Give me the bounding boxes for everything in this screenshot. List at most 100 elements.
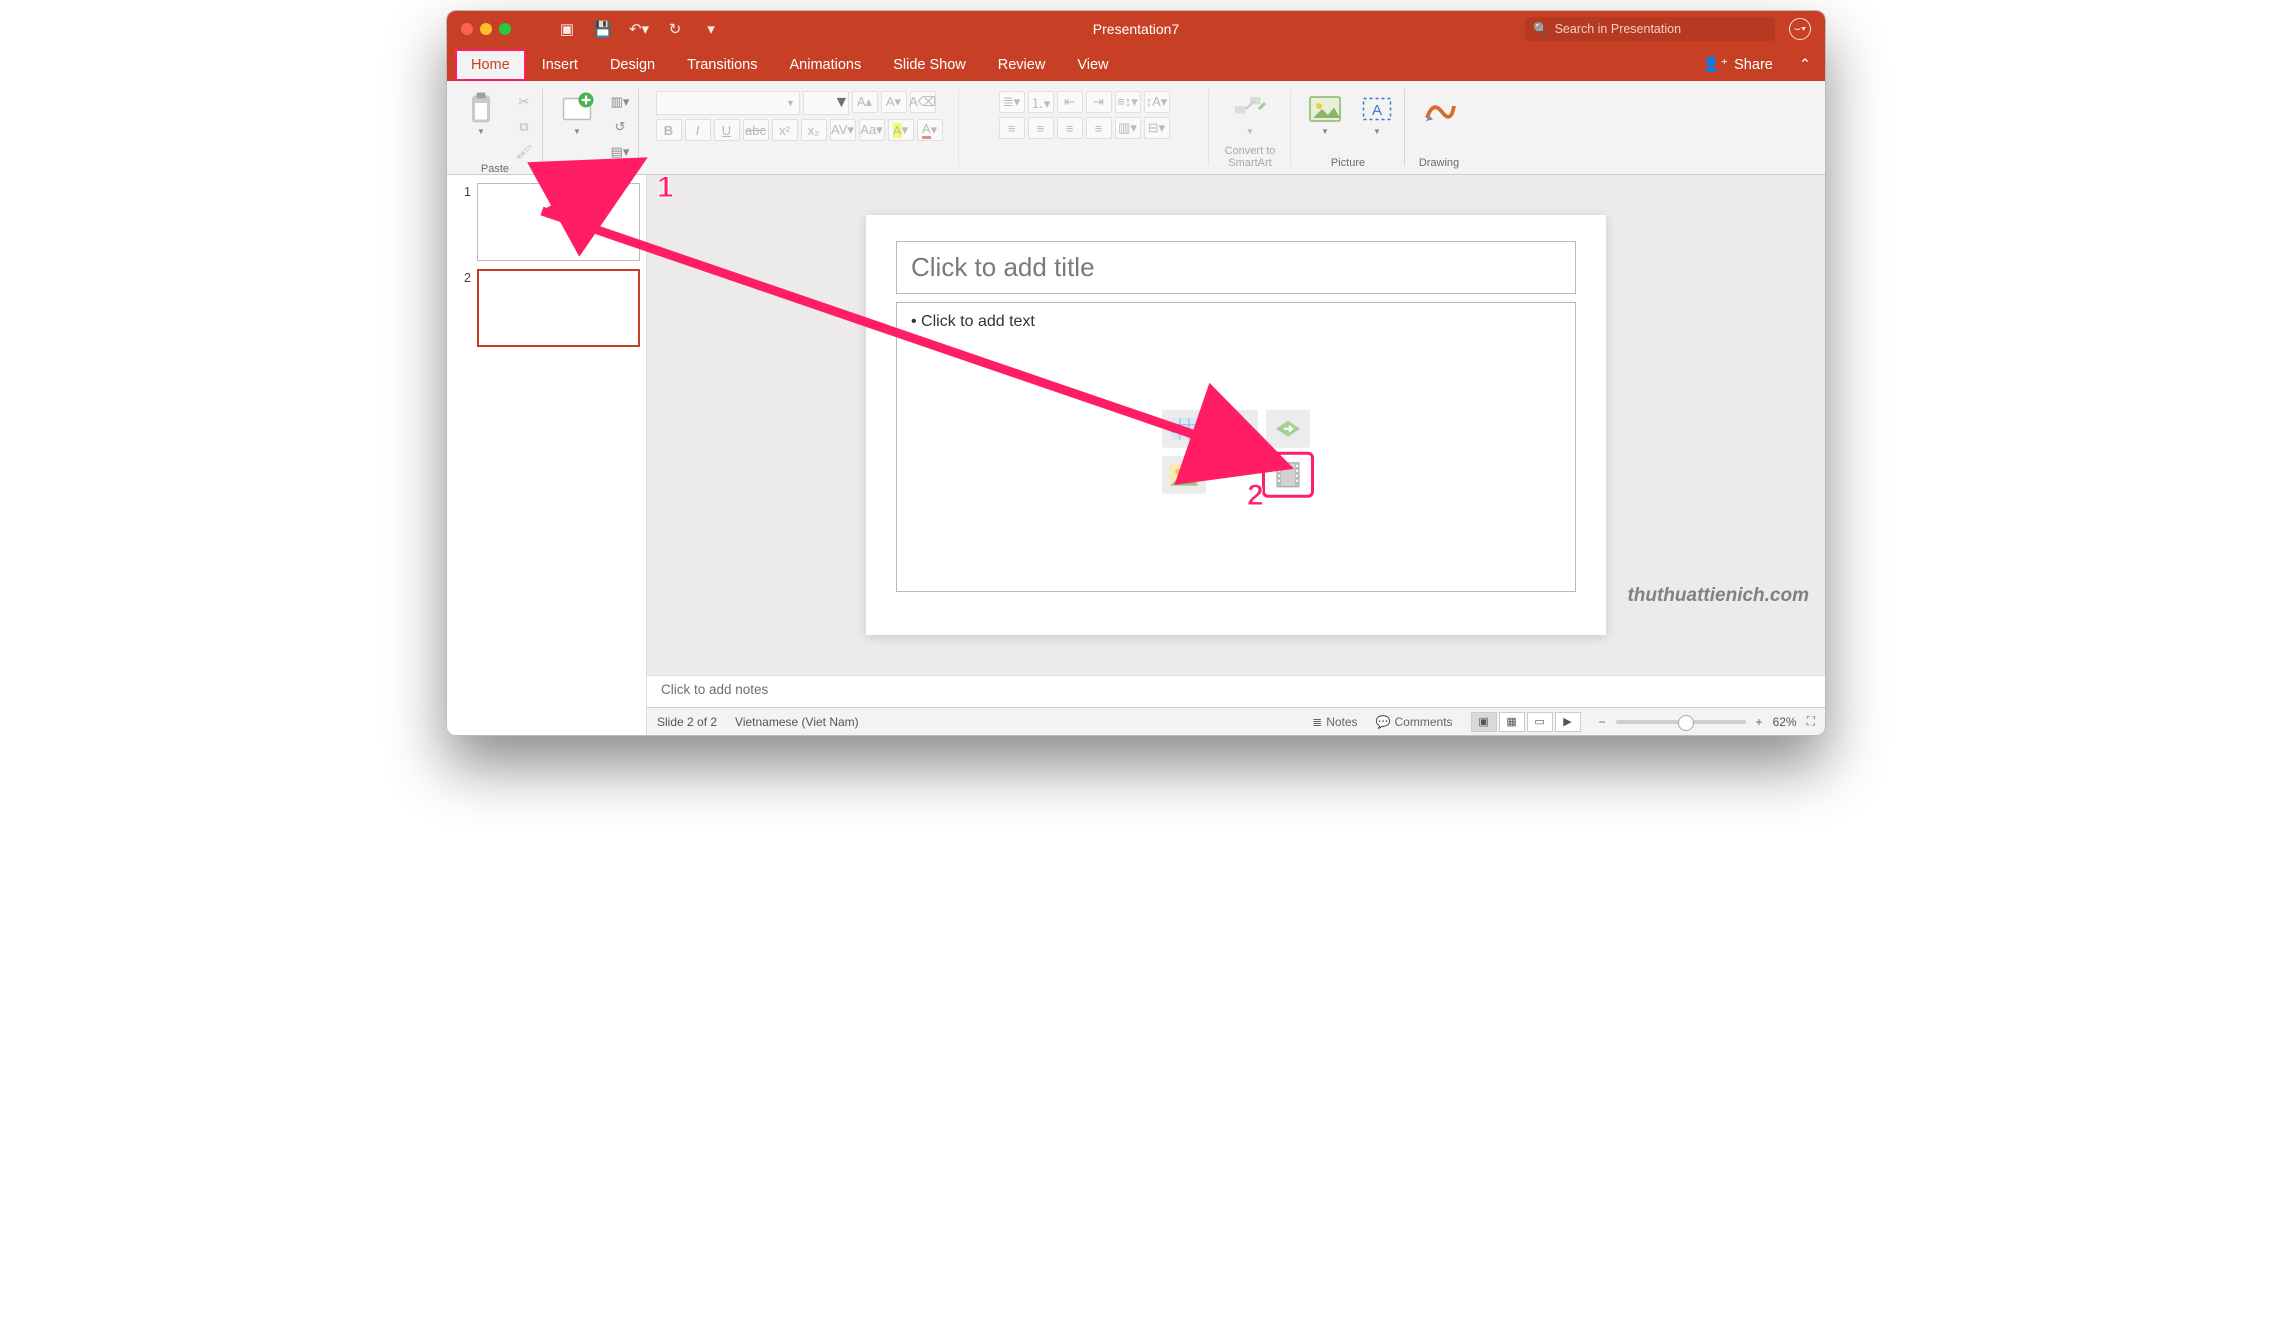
smartart-icon bbox=[1232, 91, 1268, 127]
align-left-icon[interactable]: ≡ bbox=[999, 117, 1025, 139]
increase-indent-icon[interactable]: ⇥ bbox=[1086, 91, 1112, 113]
insert-smartart-icon[interactable] bbox=[1266, 410, 1310, 448]
text-direction-icon[interactable]: ↕A▾ bbox=[1144, 91, 1170, 113]
thumbnail-row-1[interactable]: 1 bbox=[453, 183, 640, 261]
increase-font-icon[interactable]: A▴ bbox=[852, 91, 878, 113]
notes-pane[interactable]: Click to add notes bbox=[647, 675, 1825, 707]
decrease-font-icon[interactable]: A▾ bbox=[881, 91, 907, 113]
highlight-icon[interactable]: A▾ bbox=[888, 119, 914, 141]
paste-button[interactable]: ▼ bbox=[453, 91, 509, 136]
sorter-view-icon[interactable]: ▦ bbox=[1499, 712, 1525, 732]
annotation-number-2: 2 bbox=[1247, 479, 1264, 513]
tab-transitions[interactable]: Transitions bbox=[671, 49, 773, 81]
insert-video-icon[interactable] bbox=[1266, 456, 1310, 494]
char-spacing-icon[interactable]: AV▾ bbox=[830, 119, 856, 141]
minimize-window-button[interactable] bbox=[480, 23, 492, 35]
zoom-in-button[interactable]: + bbox=[1756, 715, 1763, 729]
insert-picture-icon[interactable] bbox=[1162, 456, 1206, 494]
font-size-input[interactable] bbox=[804, 96, 834, 110]
align-center-icon[interactable]: ≡ bbox=[1028, 117, 1054, 139]
italic-icon[interactable]: I bbox=[685, 119, 711, 141]
normal-view-icon[interactable]: ▣ bbox=[1471, 712, 1497, 732]
slide-thumbnail-panel[interactable]: 1 2 bbox=[447, 175, 647, 735]
paste-icon bbox=[463, 91, 499, 127]
insert-chart-icon[interactable] bbox=[1214, 410, 1258, 448]
status-bar: Slide 2 of 2 Vietnamese (Viet Nam) ≣Note… bbox=[647, 707, 1825, 735]
superscript-icon[interactable]: x² bbox=[772, 119, 798, 141]
tab-insert[interactable]: Insert bbox=[526, 49, 594, 81]
zoom-slider[interactable] bbox=[1616, 720, 1746, 724]
thumbnail-row-2[interactable]: 2 bbox=[453, 269, 640, 347]
align-text-icon[interactable]: ⊟▾ bbox=[1144, 117, 1170, 139]
fit-window-icon[interactable]: ⛶ bbox=[1807, 714, 1815, 729]
reading-view-icon[interactable]: ▭ bbox=[1527, 712, 1553, 732]
format-painter-icon[interactable]: 🖌 bbox=[511, 141, 537, 163]
cut-icon[interactable]: ✂ bbox=[511, 91, 537, 113]
copy-icon[interactable]: ⧉ bbox=[511, 116, 537, 138]
slideshow-view-icon[interactable]: ▶ bbox=[1555, 712, 1581, 732]
tab-home[interactable]: Home bbox=[455, 49, 526, 81]
columns-icon[interactable]: ▥▾ bbox=[1115, 117, 1141, 139]
align-right-icon[interactable]: ≡ bbox=[1057, 117, 1083, 139]
tab-view[interactable]: View bbox=[1061, 49, 1124, 81]
title-placeholder[interactable]: Click to add title bbox=[896, 241, 1576, 294]
clear-format-icon[interactable]: A⌫ bbox=[910, 91, 936, 113]
search-input[interactable]: 🔍 Search in Presentation bbox=[1525, 17, 1775, 41]
collapse-ribbon-button[interactable]: ⌃ bbox=[1785, 49, 1825, 81]
slide-canvas[interactable]: Click to add title • Click to add text bbox=[647, 175, 1825, 675]
change-case-icon[interactable]: Aa▾ bbox=[859, 119, 885, 141]
decrease-indent-icon[interactable]: ⇤ bbox=[1057, 91, 1083, 113]
insert-table-icon[interactable] bbox=[1162, 410, 1206, 448]
textbox-button[interactable]: A ▼ bbox=[1355, 91, 1399, 136]
undo-icon[interactable]: ↶▾ bbox=[625, 18, 653, 40]
layout-icon[interactable]: ▥▾ bbox=[607, 91, 633, 113]
group-drawing: Drawing bbox=[1405, 81, 1473, 174]
subscript-icon[interactable]: x₂ bbox=[801, 119, 827, 141]
underline-icon[interactable]: U bbox=[714, 119, 740, 141]
textbox-icon: A bbox=[1359, 91, 1395, 127]
picture-button[interactable]: ▼ bbox=[1297, 91, 1353, 136]
qat-customize-icon[interactable]: ▾ bbox=[697, 18, 725, 40]
new-slide-icon bbox=[559, 91, 595, 127]
zoom-percent[interactable]: 62% bbox=[1773, 715, 1797, 729]
slide-counter: Slide 2 of 2 bbox=[657, 715, 717, 729]
reset-icon[interactable]: ↺ bbox=[607, 116, 633, 138]
font-color-icon[interactable]: A▾ bbox=[917, 119, 943, 141]
convert-smartart-button[interactable]: ▼ bbox=[1222, 91, 1278, 136]
font-family-select[interactable]: ▼ bbox=[656, 91, 800, 115]
tab-review[interactable]: Review bbox=[982, 49, 1062, 81]
titlebar: ▣ 💾 ↶▾ ↻ ▾ Presentation7 🔍 Search in Pre… bbox=[447, 11, 1825, 47]
thumb-number: 1 bbox=[453, 183, 471, 199]
font-size-select[interactable]: ▼ bbox=[803, 91, 849, 115]
font-family-input[interactable] bbox=[657, 96, 783, 110]
save-icon[interactable]: 💾 bbox=[589, 18, 617, 40]
tab-animations[interactable]: Animations bbox=[773, 49, 877, 81]
redo-icon[interactable]: ↻ bbox=[661, 18, 689, 40]
drawing-button[interactable] bbox=[1411, 91, 1467, 127]
content-placeholder[interactable]: • Click to add text bbox=[896, 302, 1576, 592]
ribbon-tabs: Home Insert Design Transitions Animation… bbox=[447, 47, 1825, 81]
new-slide-button[interactable]: ▼ bbox=[549, 91, 605, 136]
zoom-out-button[interactable]: − bbox=[1599, 715, 1606, 729]
strikethrough-icon[interactable]: abc bbox=[743, 119, 769, 141]
line-spacing-icon[interactable]: ≡↕▾ bbox=[1115, 91, 1141, 113]
justify-icon[interactable]: ≡ bbox=[1086, 117, 1112, 139]
share-button[interactable]: 👤⁺Share bbox=[1690, 48, 1784, 81]
feedback-smile-icon[interactable]: ⌣▾ bbox=[1789, 18, 1811, 40]
notes-toggle-button[interactable]: ≣Notes bbox=[1312, 715, 1357, 729]
maximize-window-button[interactable] bbox=[499, 23, 511, 35]
tab-design[interactable]: Design bbox=[594, 49, 671, 81]
numbering-icon[interactable]: ⒈▾ bbox=[1028, 91, 1054, 113]
tab-slideshow[interactable]: Slide Show bbox=[877, 49, 982, 81]
slide-thumbnail-2[interactable] bbox=[477, 269, 640, 347]
bold-icon[interactable]: B bbox=[656, 119, 682, 141]
group-slides: ▼ ▥▾ ↺ ▤▾ New Slide bbox=[543, 81, 639, 174]
close-window-button[interactable] bbox=[461, 23, 473, 35]
group-label-newslide: New Slide bbox=[563, 163, 619, 175]
bullets-icon[interactable]: ≣▾ bbox=[999, 91, 1025, 113]
language-indicator[interactable]: Vietnamese (Viet Nam) bbox=[735, 715, 859, 729]
slide-thumbnail-1[interactable] bbox=[477, 183, 640, 261]
comments-toggle-button[interactable]: 💬Comments bbox=[1376, 715, 1453, 729]
window-layout-icon[interactable]: ▣ bbox=[553, 18, 581, 40]
section-icon[interactable]: ▤▾ bbox=[607, 141, 633, 163]
